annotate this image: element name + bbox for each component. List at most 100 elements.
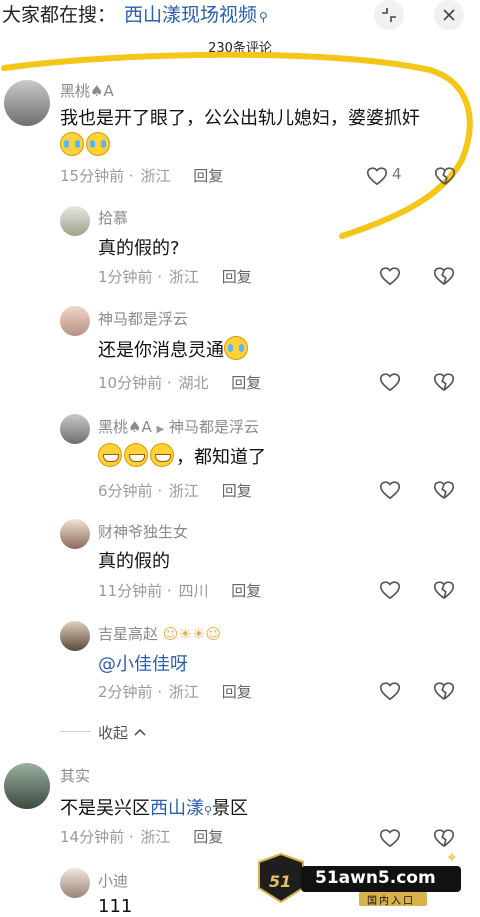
comment-text: 我也是开了眼了，公公出轨儿媳妇，婆婆抓奸: [60, 108, 420, 129]
like-count: 4: [392, 165, 402, 183]
heart-icon: [379, 481, 401, 500]
avatar[interactable]: [60, 206, 90, 236]
comment-username[interactable]: 财神爷独生女: [98, 521, 188, 542]
compress-icon: [382, 8, 396, 22]
comment-text: 不是吴兴区西山漾⚲景区: [60, 794, 248, 820]
dislike-button[interactable]: [431, 826, 457, 850]
heart-icon: [379, 581, 401, 600]
comment-time: 2分钟前: [98, 683, 153, 701]
username-row: 吉星高赵 ☺☀☀☺: [98, 623, 221, 644]
heart-icon: [366, 167, 388, 186]
dislike-heart-icon: [433, 682, 455, 700]
emoji-row: [60, 132, 112, 156]
dislike-button[interactable]: [432, 164, 458, 188]
crying-emoji-icon: [86, 132, 110, 156]
dislike-heart-icon: [433, 481, 455, 499]
avatar[interactable]: [60, 306, 90, 336]
dislike-button[interactable]: [431, 264, 457, 288]
close-button[interactable]: [434, 0, 464, 30]
dislike-button[interactable]: [431, 370, 457, 394]
comment-text-row: ，都知道了: [98, 443, 266, 469]
reply-button[interactable]: 回复: [222, 268, 252, 286]
like-button[interactable]: [364, 164, 390, 188]
dislike-heart-icon: [433, 829, 455, 847]
like-button[interactable]: [377, 578, 403, 602]
reply-target-username[interactable]: 神马都是浮云: [169, 418, 259, 436]
collapse-button[interactable]: 收起: [98, 722, 147, 743]
separator: ·: [128, 828, 134, 846]
comment-meta: 10分钟前 · 湖北 回复: [98, 372, 261, 393]
collapse-label: 收起: [98, 724, 129, 742]
compress-button[interactable]: [374, 0, 404, 30]
comment-username[interactable]: 小迪: [98, 870, 128, 891]
watermark-sub: 国内入口: [367, 896, 415, 907]
separator: ·: [157, 268, 163, 286]
separator: ·: [157, 683, 163, 701]
watermark-site: 51awn5.com: [315, 868, 436, 888]
top-bar: 大家都在搜： 西山漾现场视频 ⚲: [0, 0, 480, 28]
avatar[interactable]: [60, 414, 90, 444]
dislike-heart-icon: [433, 267, 455, 285]
heart-icon: [379, 829, 401, 848]
comment-username[interactable]: 拾慕: [98, 207, 128, 228]
reply-button[interactable]: 回复: [231, 374, 261, 392]
search-suggestion-link[interactable]: 西山漾现场视频 ⚲: [124, 0, 268, 27]
inline-search-link[interactable]: 西山漾: [150, 798, 204, 819]
avatar[interactable]: [4, 763, 50, 809]
dislike-heart-icon: [434, 167, 456, 185]
search-prefix: 大家都在搜：: [2, 4, 117, 26]
avatar[interactable]: [60, 621, 90, 651]
sparkle-icon: ✦: [445, 848, 459, 867]
comment-username[interactable]: 黑桃♠A: [60, 80, 114, 101]
comment-location: 浙江: [168, 683, 199, 701]
reply-button[interactable]: 回复: [222, 683, 252, 701]
reply-button[interactable]: 回复: [222, 482, 252, 500]
comment-username[interactable]: 神马都是浮云: [98, 308, 188, 329]
comment-text: 111: [98, 896, 133, 917]
comment-username[interactable]: 其实: [60, 765, 90, 786]
comment-username[interactable]: 吉星高赵: [98, 625, 158, 643]
comment-text: 还是你消息灵通: [98, 340, 224, 361]
comment-meta: 6分钟前 · 浙江 回复: [98, 480, 252, 501]
comment-meta: 15分钟前 · 浙江 回复: [60, 165, 223, 186]
avatar[interactable]: [60, 519, 90, 549]
avatar[interactable]: [4, 80, 50, 126]
sun-emoji-icon: ☺☀☀☺: [162, 625, 221, 643]
dislike-button[interactable]: [431, 478, 457, 502]
dislike-button[interactable]: [431, 679, 457, 703]
comment-time: 14分钟前: [60, 828, 125, 846]
heart-icon: [379, 267, 401, 286]
watermark: 51 51awn5.com 国内入口 ✦: [255, 848, 465, 910]
reply-arrow-icon: ▶: [156, 424, 165, 435]
comment-location: 浙江: [168, 268, 199, 286]
comment-location: 浙江: [140, 167, 171, 185]
reply-button[interactable]: 回复: [193, 828, 223, 846]
comment-meta: 14分钟前 · 浙江 回复: [60, 826, 223, 847]
comment-text-part: 不是吴兴区: [60, 798, 150, 819]
comment-username[interactable]: 黑桃♠A: [98, 418, 152, 436]
dislike-button[interactable]: [431, 578, 457, 602]
reply-button[interactable]: 回复: [193, 167, 223, 185]
heart-icon: [379, 682, 401, 701]
search-small-icon: ⚲: [259, 10, 268, 24]
comment-meta: 11分钟前 · 四川 回复: [98, 580, 261, 601]
reply-button[interactable]: 回复: [231, 582, 261, 600]
mention-link[interactable]: @小佳佳呀: [98, 650, 188, 676]
like-button[interactable]: [377, 370, 403, 394]
comment-location: 浙江: [140, 828, 171, 846]
crying-emoji-icon: [224, 336, 248, 360]
dislike-heart-icon: [433, 581, 455, 599]
comment-text-row: 还是你消息灵通: [98, 336, 250, 362]
search-small-icon: ⚲: [204, 804, 213, 817]
like-button[interactable]: [377, 264, 403, 288]
dislike-heart-icon: [433, 373, 455, 391]
heart-icon: [379, 373, 401, 392]
like-button[interactable]: [377, 826, 403, 850]
like-button[interactable]: [377, 478, 403, 502]
like-button[interactable]: [377, 679, 403, 703]
comment-text-part: 景区: [212, 798, 249, 819]
reply-header: 黑桃♠A ▶ 神马都是浮云: [98, 416, 259, 437]
comment-meta: 2分钟前 · 浙江 回复: [98, 681, 252, 702]
avatar[interactable]: [60, 868, 90, 898]
comment-text: 真的假的: [98, 551, 170, 572]
